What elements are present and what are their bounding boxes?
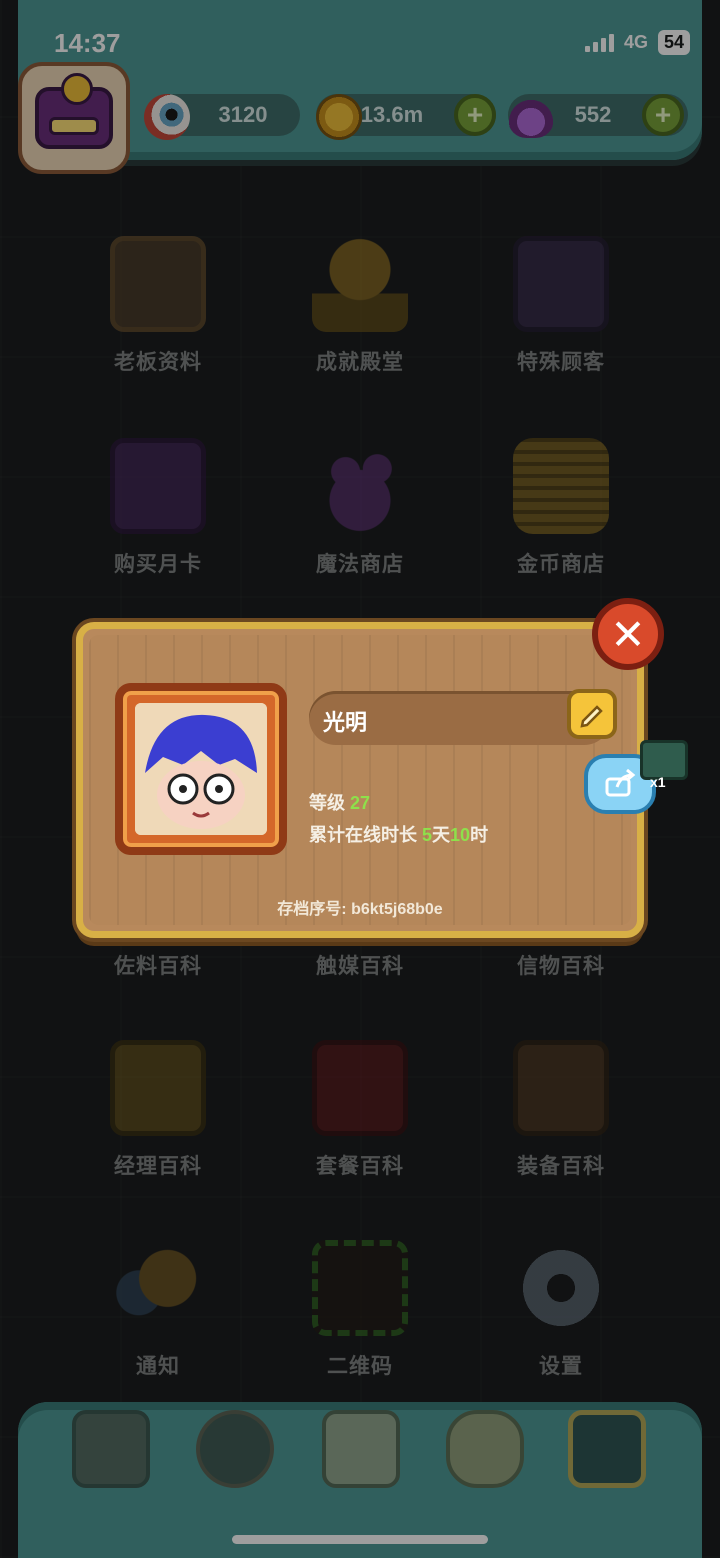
online-hours-unit: 时 — [470, 825, 489, 845]
edit-name-button[interactable] — [567, 689, 617, 739]
close-icon: ✕ — [610, 610, 646, 658]
online-label: 累计在线时长 — [309, 825, 417, 845]
pencil-icon — [580, 705, 603, 728]
player-name-field[interactable]: 光明 — [309, 691, 611, 745]
close-dialog-button[interactable]: ✕ — [592, 598, 664, 670]
level-label: 等级 — [309, 793, 345, 813]
profile-dialog: 光明 等级 27 累计在线时长 5天10时 存档序号: b6kt5j68b0e — [76, 622, 644, 938]
character-portrait-icon — [135, 703, 267, 835]
avatar — [135, 703, 267, 835]
online-days-unit: 天 — [432, 825, 451, 845]
level-row: 等级 27 — [309, 789, 370, 815]
avatar-frame[interactable] — [115, 683, 287, 855]
save-id: 存档序号: b6kt5j68b0e — [277, 901, 443, 918]
online-hours: 10 — [450, 825, 471, 845]
online-days: 5 — [422, 825, 433, 845]
player-name: 光明 — [323, 710, 368, 735]
level-value: 27 — [350, 793, 371, 813]
share-icon — [605, 769, 636, 797]
ticket-count: x1 — [650, 774, 666, 790]
online-time-row: 累计在线时长 5天10时 — [309, 821, 488, 847]
